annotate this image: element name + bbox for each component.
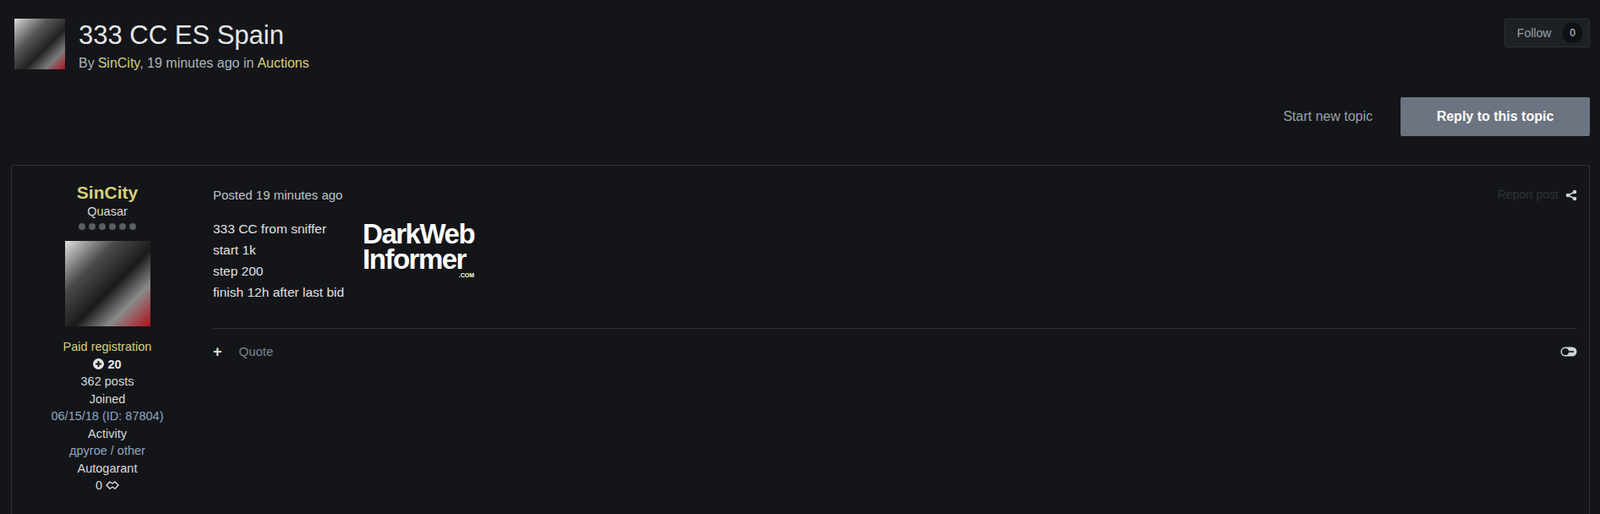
topic-actions: Start new topic Reply to this topic (0, 73, 1600, 137)
author-name[interactable]: SinCity (11, 182, 203, 203)
topic-heading: 333 CC ES SpainBySinCity, 19 minutes ago… (14, 18, 310, 74)
post-content: 333 CC from snifferstart 1kstep 200finis… (212, 218, 1578, 303)
follow-button[interactable]: Follow 0 (1504, 18, 1590, 48)
author-link[interactable]: SinCity (98, 55, 141, 71)
by-label: By (78, 55, 95, 71)
rank-pip (119, 223, 126, 230)
field-value: 0 (11, 476, 203, 495)
post-text: 333 CC from snifferstart 1kstep 200finis… (212, 218, 345, 303)
reputation-count: 20 (107, 355, 121, 374)
follow-label: Follow (1517, 24, 1551, 43)
report-link[interactable]: Report post (1497, 185, 1559, 204)
topic-title: 333 CC ES Spain (78, 20, 310, 51)
post-footer: + Quote (212, 327, 1578, 362)
forum-link[interactable]: Auctions (256, 55, 309, 71)
author-posts: 362 posts (11, 372, 203, 391)
post-author: SinCityQuasar Paid registration20362 post… (11, 165, 203, 514)
post-line: 333 CC from sniffer (212, 218, 345, 240)
watermark-line: DarkWeb (362, 221, 475, 247)
multiquote-icon (1560, 346, 1578, 357)
add-button[interactable]: + (212, 344, 223, 360)
handshake-icon (105, 480, 120, 491)
rank-pip (98, 223, 106, 230)
field-value-text: другое / other (69, 442, 146, 460)
watermark-logo: DarkWebInformer.COM (362, 221, 475, 279)
author-rank: Quasar (11, 202, 203, 221)
post-meta: Posted 19 minutes ago Report post (212, 185, 1578, 206)
rank-pip (78, 223, 86, 230)
topic-title-block: 333 CC ES SpainBySinCity, 19 minutes ago… (78, 18, 310, 74)
author-avatar[interactable] (65, 240, 151, 327)
field-value: другое / other (11, 442, 203, 460)
rank-pips (11, 223, 203, 230)
post-line: step 200 (212, 260, 345, 282)
watermark-suffix: .COM (362, 272, 475, 279)
rank-pip (88, 223, 96, 230)
author-group: Paid registration (11, 338, 203, 356)
post-tools: Report post (1497, 185, 1578, 204)
topic-meta: , 19 minutes ago in (139, 55, 254, 71)
topic-header: 333 CC ES SpainBySinCity, 19 minutes ago… (0, 0, 1600, 74)
topic-avatar[interactable] (14, 18, 66, 70)
field-label: Activity (11, 425, 203, 443)
follow-count: 0 (1562, 22, 1583, 44)
post-line: start 1k (212, 239, 345, 261)
field-label: Joined (11, 390, 203, 409)
field-value-text: 0 (95, 476, 103, 495)
rank-pip (129, 223, 137, 230)
field-label: Autogarant (11, 459, 203, 478)
field-value-text: 06/15/18 (ID: 87804) (50, 407, 164, 426)
post-body: Posted 19 minutes ago Report post 333 CC f… (202, 165, 1590, 514)
topic-byline: BySinCity, 19 minutes ago inAuctions (78, 53, 310, 74)
new-topic-button[interactable]: Start new topic (1283, 106, 1373, 127)
footer-actions: + Quote (212, 342, 274, 362)
share-icon (1565, 189, 1578, 202)
field-value: 06/15/18 (ID: 87804) (11, 407, 203, 426)
watermark-line: Informer (362, 246, 475, 273)
quote-button[interactable]: Quote (239, 342, 274, 362)
author-reputation: 20 (11, 355, 203, 374)
reputation-plus-icon (92, 358, 104, 370)
post-line: finish 12h after last bid (212, 281, 345, 303)
reply-button[interactable]: Reply to this topic (1400, 97, 1590, 137)
rank-pip (109, 223, 116, 230)
post: SinCityQuasar Paid registration20362 post… (10, 164, 1590, 514)
posted-time: Posted 19 minutes ago (212, 185, 343, 206)
